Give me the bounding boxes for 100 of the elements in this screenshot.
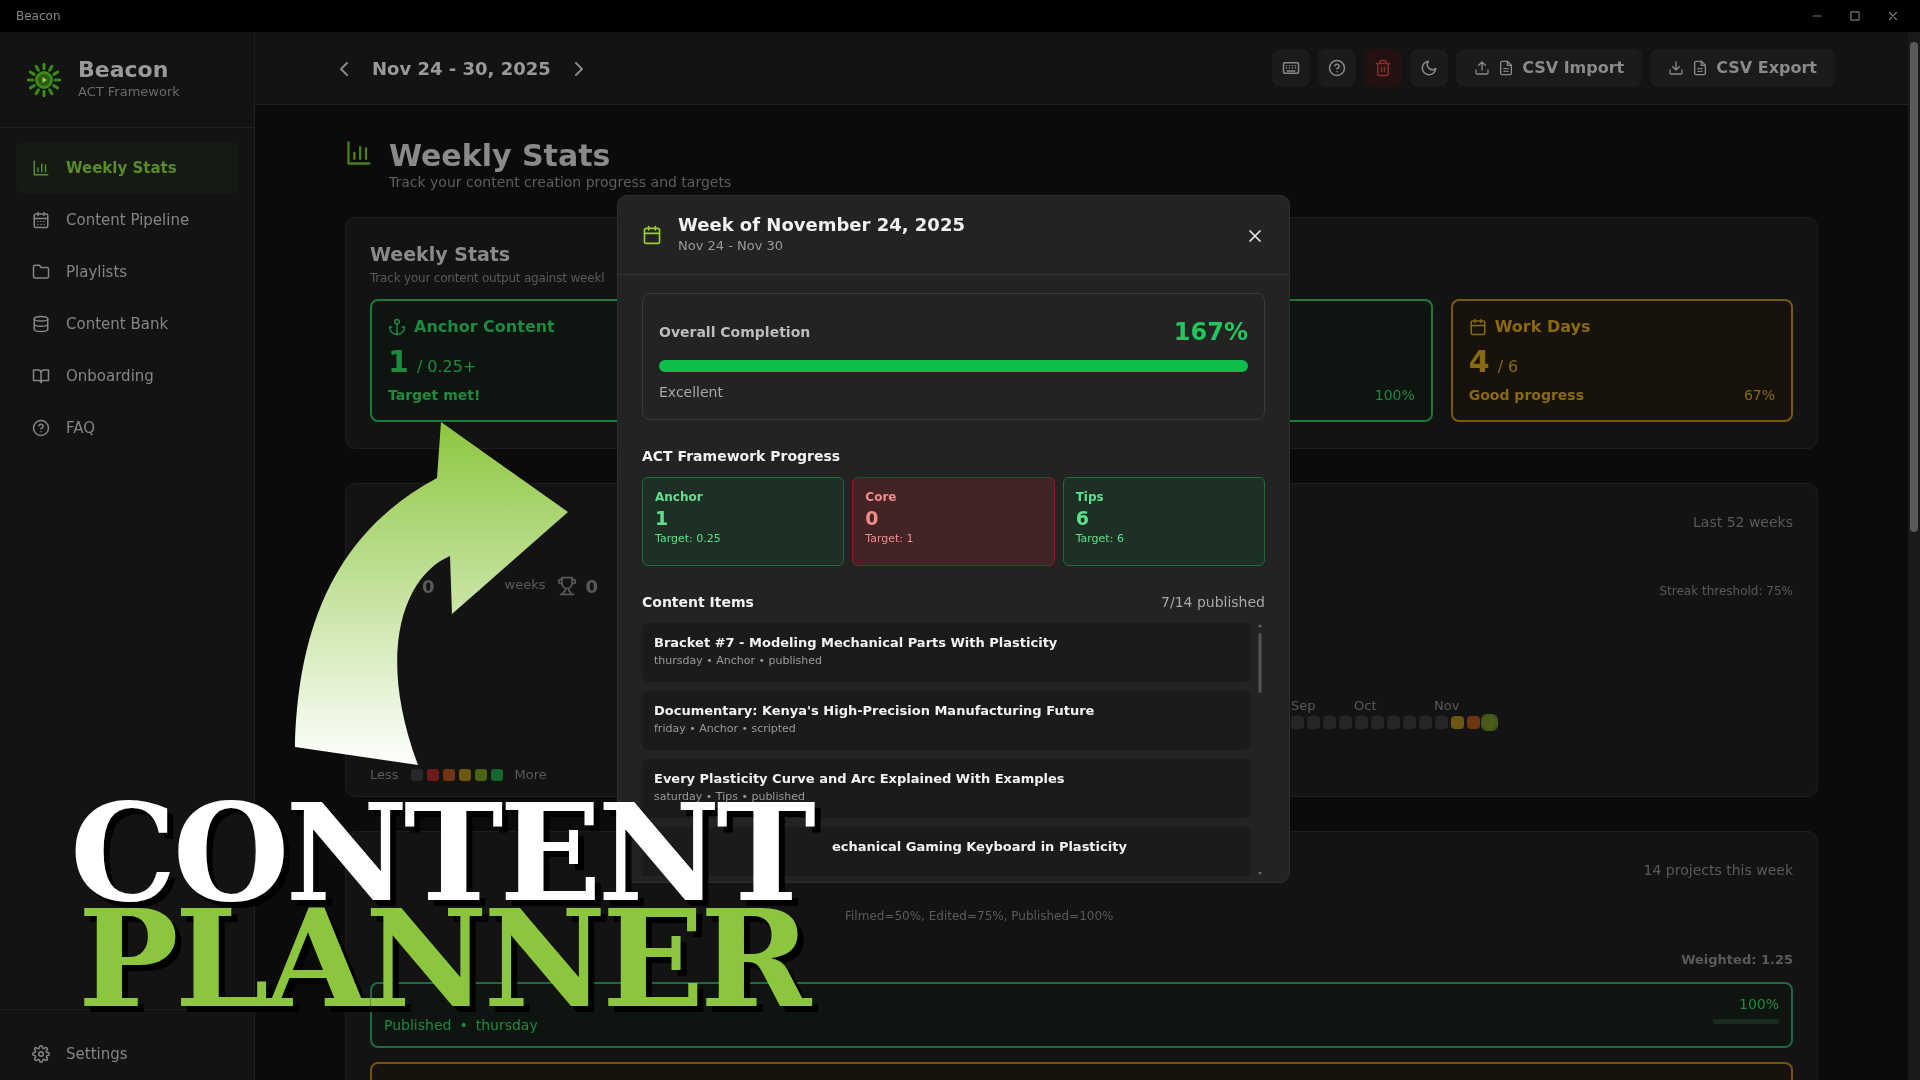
stat-value: 4 (1468, 346, 1490, 377)
keyboard-icon (1282, 59, 1301, 77)
completion-percent: 167% (1173, 317, 1248, 348)
page-title: Weekly Stats (389, 139, 612, 172)
csv-button[interactable]: CSV Import (1456, 49, 1643, 87)
stat-label: Anchor Content (414, 315, 555, 338)
item-title: Every Plasticity Curve and Arc Explained With Examples (654, 770, 1066, 788)
streak-threshold: Streak threshold: 75% (1659, 583, 1793, 600)
stat-percent: 67% (1743, 385, 1775, 405)
stat-label: Work Days (1494, 315, 1591, 338)
page-scrollbar[interactable] (1908, 32, 1920, 1080)
item-title: echanical Gaming Keyboard in Plasticity (831, 838, 1128, 856)
help-icon (32, 419, 50, 437)
help-icon (1328, 59, 1347, 77)
longest-streak-value: 0 (585, 575, 598, 599)
heatmap-cell[interactable] (1467, 716, 1480, 729)
framework-value: 6 (1075, 506, 1090, 531)
month-label: Sep (1291, 697, 1316, 715)
trophy-icon (557, 576, 578, 596)
stat-percent: 100% (1374, 385, 1415, 405)
dialog-title: Week of November 24, 2025 (678, 214, 966, 237)
heatmap-cell[interactable] (1451, 716, 1464, 729)
chevron-left-icon (340, 61, 348, 76)
framework-target: Target: 1 (865, 530, 915, 547)
bar-chart-icon (345, 139, 373, 167)
card-subtitle: Track your content output against weekl (370, 269, 605, 287)
progress-formula: Filmed=50%, Edited=75%, Published=100% (845, 908, 1115, 925)
csv-button[interactable]: CSV Export (1650, 49, 1835, 87)
calendar-icon (642, 225, 662, 245)
sidebar-item[interactable]: Weekly Stats (16, 142, 238, 194)
calendar-icon (32, 211, 50, 229)
streak-unit: weeks (504, 575, 546, 594)
book-icon (32, 367, 50, 385)
anchor-icon (388, 317, 406, 336)
framework-label: Anchor (655, 489, 704, 506)
upload-icon (1474, 60, 1491, 76)
settings-item[interactable]: Settings (16, 1028, 238, 1080)
chevron-right-icon (574, 61, 583, 76)
page-subtitle: Track your content creation progress and targets (389, 173, 732, 192)
framework-target: Target: 6 (1075, 530, 1125, 547)
item-title: Documentary: Kenya's High-Precision Manufacturing Future (654, 702, 1096, 720)
file-icon (1498, 60, 1515, 76)
content-item[interactable]: Documentary: Kenya's High-Precision Manufacturing Future friday • Anchor • scripted (642, 691, 1251, 750)
item-meta: friday • Anchor • scripted (654, 720, 797, 737)
database-icon (32, 315, 50, 333)
date-range: Nov 24 - 30, 2025 (372, 56, 551, 81)
framework-target: Target: 0.25 (655, 530, 722, 547)
heatmap-cell[interactable] (1483, 716, 1496, 729)
bar-chart-icon (32, 159, 50, 177)
keyboard-button[interactable] (1272, 49, 1311, 87)
legend-more: More (514, 766, 547, 784)
item-meta: thursday • Anchor • published (654, 652, 823, 669)
sidebar-item[interactable]: Content Bank (16, 298, 238, 350)
folder-icon (32, 263, 50, 281)
item-title: Bracket #7 - Modeling Mechanical Parts With Plasticity (654, 634, 1059, 652)
weighted-score: Weighted: 1.25 (1681, 951, 1793, 969)
download-icon (1668, 60, 1685, 76)
framework-label: Core (865, 489, 898, 506)
sidebar-item[interactable]: Onboarding (16, 350, 238, 402)
completion-rating: Excellent (659, 383, 724, 402)
trash-icon (1374, 59, 1393, 77)
moon-icon (1420, 59, 1439, 77)
framework-value: 0 (865, 506, 880, 531)
sidebar-item[interactable]: FAQ (16, 402, 238, 454)
dialog-subtitle: Nov 24 - Nov 30 (678, 237, 785, 256)
sun-logo-icon (26, 61, 62, 98)
stat-note: Good progress (1468, 385, 1584, 405)
card-title: Weekly Stats (370, 242, 511, 267)
project-day: thursday (475, 1014, 538, 1036)
stat-value: 1 (388, 346, 409, 377)
month-label: Nov (1434, 697, 1460, 715)
sidebar-item[interactable]: Playlists (16, 246, 238, 298)
item-meta: saturday • Tips • published (654, 788, 805, 803)
stat-note: Target met! (388, 385, 481, 405)
delete-button[interactable] (1364, 49, 1403, 87)
section-title: ACT Framework Progress (642, 447, 842, 466)
separator-dot: • (459, 1015, 468, 1035)
content-item[interactable]: Bracket #7 - Modeling Mechanical Parts With Plasticity thursday • Anchor • published (642, 623, 1251, 682)
help-button[interactable] (1318, 49, 1357, 87)
calendar-icon (1468, 317, 1487, 336)
project-status: Published (384, 1015, 452, 1035)
theme-button[interactable] (1410, 49, 1449, 87)
stat-target: / 0.25+ (416, 355, 477, 378)
app-name: Beacon (78, 57, 170, 82)
published-count: 7/14 published (1161, 593, 1265, 612)
stat-target: / 6 (1497, 355, 1519, 378)
file-icon (1692, 60, 1709, 76)
current-streak-value: 0 (422, 575, 435, 599)
completion-label: Overall Completion (659, 322, 811, 342)
app-tagline: ACT Framework (78, 82, 180, 101)
heatmap-cell[interactable] (1291, 716, 1304, 729)
range-label: Last 52 weeks (1693, 513, 1793, 532)
project-percent: 100% (1738, 994, 1779, 1014)
close-icon (1886, 9, 1900, 23)
settings-icon (32, 1045, 50, 1063)
framework-label: Tips (1075, 489, 1105, 506)
sidebar-item[interactable]: Content Pipeline (16, 194, 238, 246)
window-title: Beacon (15, 8, 61, 25)
projects-count: 14 projects this week (1643, 861, 1793, 880)
framework-value: 1 (655, 506, 670, 531)
